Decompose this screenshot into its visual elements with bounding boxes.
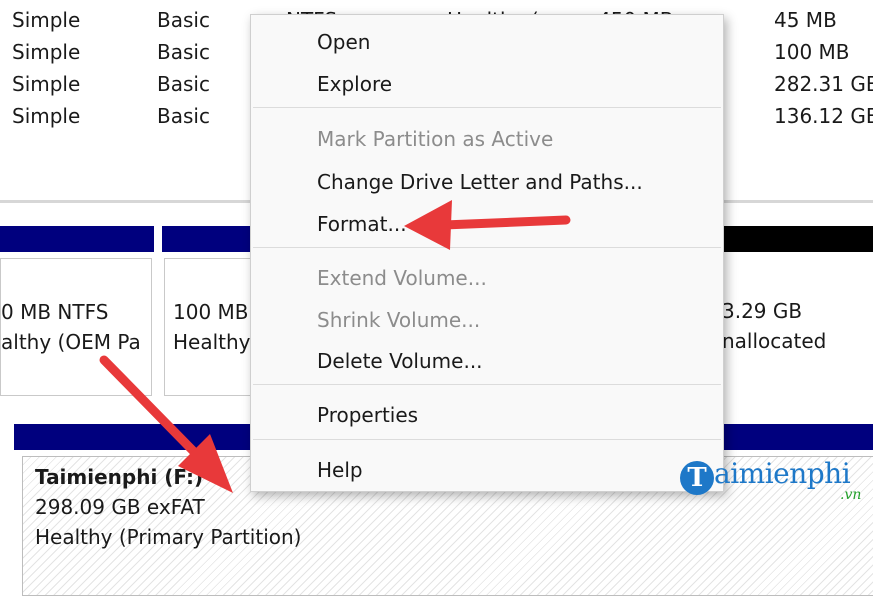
watermark-domain: .vn [840,487,862,503]
watermark-letter: T [680,461,714,495]
arrow-to-partition [99,355,233,493]
watermark-logo: T aimienphi .vn [676,455,873,505]
arrow-to-format [404,200,571,250]
watermark-text: aimienphi [714,457,851,490]
